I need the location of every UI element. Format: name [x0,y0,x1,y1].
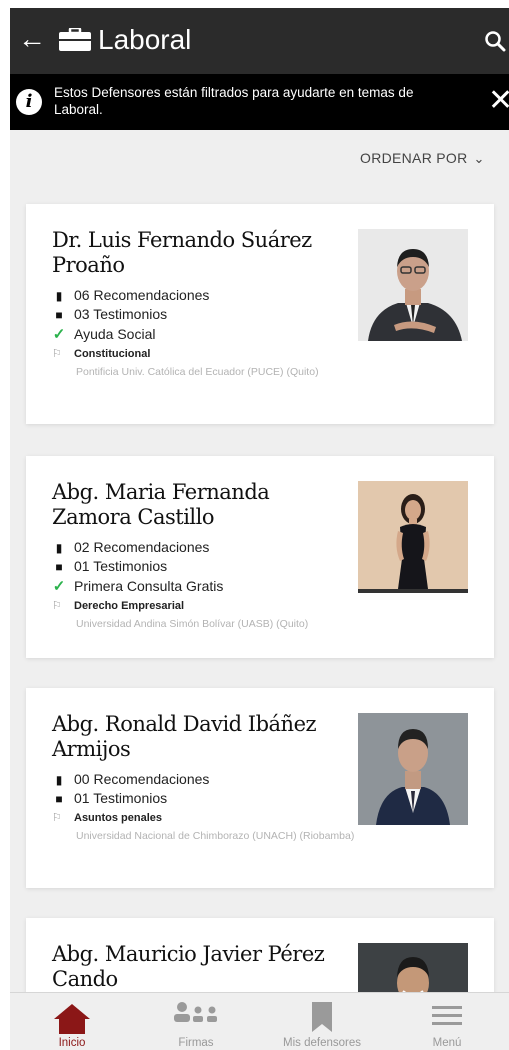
tab-inicio[interactable]: Inicio [10,993,134,1050]
thumbs-up-icon: ▮ [55,773,63,787]
tab-label: Inicio [58,1037,86,1049]
check-icon: ✓ [52,326,66,343]
lawyer-name: Abg. Maria Fernanda Zamora Castillo [52,480,270,529]
specialty: ⚐ Derecho Empresarial [52,599,184,612]
university: Universidad Andina Simón Bolívar (UASB) … [76,618,309,630]
briefcase-icon [59,28,91,51]
tab-menu[interactable]: Menú [385,993,509,1050]
chevron-down-icon: ⌄ [473,151,485,166]
perk: ✓ Ayuda Social [52,325,156,344]
top-app-bar: ← Laboral [10,8,509,74]
app-screen: ← Laboral i Estos Defensores están filtr… [10,8,509,1050]
tab-label: Menú [432,1037,462,1049]
lawyer-card[interactable]: Abg. Ronald David Ibáñez Armijos ▮ 00 Rec… [26,688,494,888]
specialty-text: Asuntos penales [74,812,163,824]
specialty: ⚐ Constitucional [52,347,150,360]
lawyer-name: Dr. Luis Fernando Suárez Proaño [52,228,312,277]
recommendations-text: 02 Recomendaciones [74,539,210,555]
info-icon: i [16,89,42,115]
comment-icon: ■ [55,792,63,806]
menu-icon [432,1006,462,1025]
comment-icon: ■ [55,308,63,322]
testimonials-text: 01 Testimonios [74,558,168,574]
tab-firmas[interactable]: Firmas [134,993,258,1050]
thumbs-up-icon: ▮ [55,541,63,555]
lawyer-photo [358,713,468,825]
recommendations-text: 06 Recomendaciones [74,287,210,303]
recommendations-text: 00 Recomendaciones [74,771,210,787]
specialty: ⚐ Asuntos penales [52,811,162,824]
bottom-navigation: Inicio Firmas Mis defensores Menú [10,992,509,1050]
bookmark-icon [312,1002,332,1032]
filter-info-banner: i Estos Defensores están filtrados para … [10,74,509,130]
home-icon [54,1004,90,1034]
comment-icon: ■ [55,560,63,574]
recommendations: ▮ 00 Recomendaciones [52,770,210,789]
graduation-cap-icon: ⚐ [52,600,62,612]
perk-text: Ayuda Social [74,326,156,342]
tab-mis-defensores[interactable]: Mis defensores [260,993,384,1050]
back-arrow-icon[interactable]: ← [18,24,46,54]
sort-label: ORDENAR POR [360,150,468,166]
lawyer-name: Abg. Mauricio Javier Pérez Cando [52,942,325,991]
perk: ✓ Primera Consulta Gratis [52,577,224,596]
lawyer-card[interactable]: Dr. Luis Fernando Suárez Proaño ▮ 06 Reco… [26,204,494,424]
recommendations: ▮ 02 Recomendaciones [52,538,210,557]
testimonials-text: 01 Testimonios [74,790,168,806]
tab-label: Firmas [178,1037,214,1049]
graduation-cap-icon: ⚐ [52,812,62,824]
recommendations: ▮ 06 Recomendaciones [52,286,210,305]
check-icon: ✓ [52,578,66,595]
university: Universidad Nacional de Chimborazo (UNAC… [76,830,355,842]
university: Pontificia Univ. Católica del Ecuador (P… [76,366,319,378]
specialty-text: Constitucional [74,348,151,360]
page-title: Laboral [98,24,192,55]
banner-text: Estos Defensores están filtrados para ay… [54,85,414,117]
perk-text: Primera Consulta Gratis [74,578,224,594]
lawyer-photo [358,481,468,593]
testimonials: ■ 03 Testimonios [52,305,167,324]
group-icon [174,1002,217,1022]
testimonials: ■ 01 Testimonios [52,789,167,808]
close-icon[interactable]: ✕ [488,84,509,118]
tab-label: Mis defensores [283,1037,361,1049]
specialty-text: Derecho Empresarial [74,600,185,612]
sort-button[interactable]: ORDENAR POR ⌄ [360,150,485,167]
testimonials-text: 03 Testimonios [74,306,168,322]
search-icon[interactable] [484,30,506,52]
graduation-cap-icon: ⚐ [52,348,62,360]
lawyer-name: Abg. Ronald David Ibáñez Armijos [52,712,317,761]
testimonials: ■ 01 Testimonios [52,557,167,576]
lawyer-photo [358,229,468,341]
thumbs-up-icon: ▮ [55,289,63,303]
lawyer-card[interactable]: Abg. Maria Fernanda Zamora Castillo ▮ 02 … [26,456,494,658]
